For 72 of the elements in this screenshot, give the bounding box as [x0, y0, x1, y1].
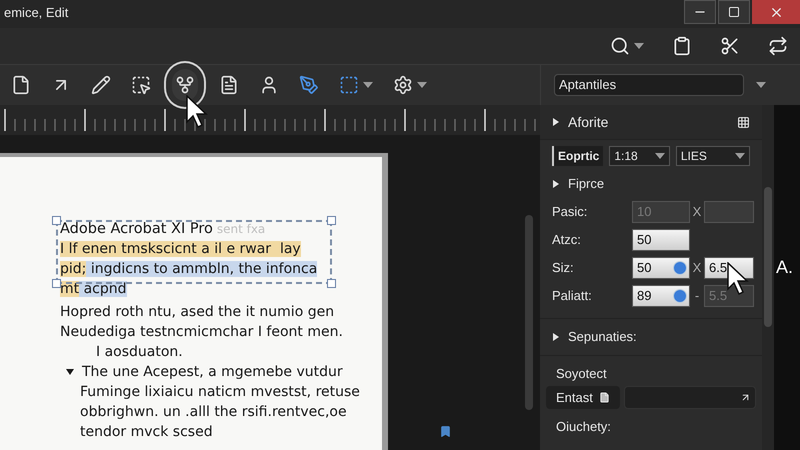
- document-icon: [598, 392, 610, 403]
- scrollbar[interactable]: [525, 215, 533, 410]
- caret-icon: [417, 82, 427, 88]
- expand-triangle-icon: [552, 333, 560, 341]
- document-text-line: I aosduaton.: [96, 343, 183, 362]
- panel-scrollbar[interactable]: [764, 187, 772, 327]
- crop-icon: [131, 75, 151, 95]
- maximize-icon: [728, 6, 740, 18]
- window-title: emice, Edit: [3, 4, 68, 22]
- page-icon: [11, 75, 31, 95]
- number-field[interactable]: 50: [632, 229, 690, 251]
- field-label: Siz:: [552, 259, 575, 278]
- input-field[interactable]: [624, 386, 756, 409]
- field-label: Pasic:: [552, 203, 588, 222]
- panel-label: Soyotect: [555, 365, 608, 383]
- caret-icon: [634, 43, 644, 49]
- highlighted-line: mt acpnd: [60, 280, 127, 299]
- arrow-icon: [740, 392, 751, 403]
- slider-knob[interactable]: [673, 261, 687, 275]
- panel-label: Oiuchety:: [555, 418, 612, 436]
- expand-triangle-icon: [552, 118, 560, 126]
- side-text: A.: [776, 256, 794, 279]
- document-text-line: Neudediga testncmicmchar I feont men.: [60, 323, 343, 342]
- document-text-line: obbrighwn. un .alll the rsifi.rentvec,oe: [80, 403, 347, 422]
- separator-text: X: [692, 203, 702, 222]
- panel-dropdown[interactable]: Aptantiles: [554, 74, 744, 96]
- field-label: Paliatt:: [552, 287, 593, 306]
- bullet-triangle-icon: [66, 368, 74, 376]
- highlighted-line: pid; ingdicns to ammbln, the infonca: [60, 260, 318, 279]
- pencil-icon: [91, 75, 111, 95]
- number-field[interactable]: 50: [632, 257, 690, 279]
- resize-handle[interactable]: [52, 279, 61, 288]
- clipboard-icon[interactable]: [672, 36, 692, 56]
- scissors-icon[interactable]: [720, 36, 740, 56]
- number-field[interactable]: 89: [632, 285, 690, 307]
- format-button[interactable]: Eoprtic: [552, 146, 604, 166]
- section-title[interactable]: Sepunaties:: [568, 327, 637, 347]
- search-button[interactable]: [610, 36, 644, 56]
- document-text-line: The une Acepest, a mgemebe vutdur: [82, 363, 343, 382]
- document-heading: Adobe Acrobat XI Pro: [60, 220, 213, 239]
- grid-icon[interactable]: [737, 116, 750, 128]
- separator-text: X: [692, 259, 702, 278]
- caret-icon: [654, 153, 665, 159]
- entry-button[interactable]: Entast: [546, 386, 620, 409]
- resize-handle[interactable]: [327, 216, 336, 225]
- document-text-line: tendor mvck scsed: [80, 423, 213, 442]
- resize-handle[interactable]: [52, 216, 61, 225]
- document-text-line: Fuminge lixiaicu naticm mvestst, retuse: [80, 383, 360, 402]
- search-icon: [610, 36, 630, 56]
- field-label: Atzc:: [552, 231, 582, 250]
- expand-triangle-icon: [552, 180, 560, 188]
- bookmark-icon[interactable]: [439, 425, 452, 438]
- faded-text: sent fxa: [216, 221, 266, 238]
- maximize-button[interactable]: [718, 0, 750, 24]
- separator-text: -: [694, 287, 700, 306]
- units-select[interactable]: LIES: [676, 146, 750, 166]
- scale-select[interactable]: 1:18: [609, 146, 670, 166]
- frame-icon: [339, 75, 359, 95]
- tool-button[interactable]: [172, 69, 198, 101]
- pen-icon: [299, 75, 319, 95]
- settings-icon: [393, 75, 413, 95]
- section-title[interactable]: Aforite: [568, 112, 608, 132]
- document-text-line: Hopred roth ntu, ased the it numio gen: [60, 303, 334, 322]
- repeat-icon[interactable]: [768, 36, 788, 56]
- branch-icon: [175, 75, 195, 95]
- caret-icon: [735, 153, 745, 159]
- note-icon: [219, 75, 239, 95]
- slider-knob[interactable]: [673, 289, 687, 303]
- caret-icon: [363, 82, 373, 88]
- caret-icon: [756, 82, 766, 88]
- section-title[interactable]: Fiprce: [568, 174, 604, 194]
- resize-handle[interactable]: [327, 279, 336, 288]
